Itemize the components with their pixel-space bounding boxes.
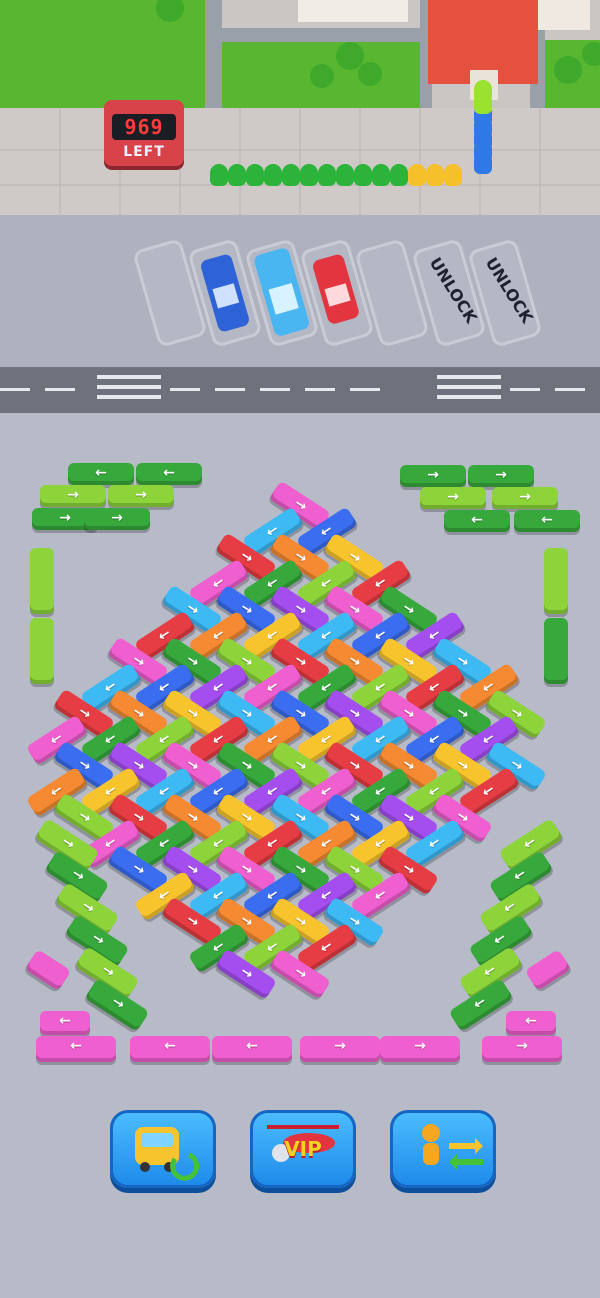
road-markings <box>0 375 585 399</box>
passenger <box>408 164 426 186</box>
bus-piece[interactable]: → <box>380 1036 460 1062</box>
shuffle-buses-button[interactable] <box>110 1110 216 1188</box>
bus-direction-arrow: → <box>427 467 439 483</box>
bus-piece[interactable] <box>30 548 54 614</box>
bus-piece[interactable]: ← <box>68 463 134 485</box>
remaining-label: LEFT <box>123 144 165 160</box>
bus-direction-arrow <box>544 548 568 614</box>
bus-piece[interactable]: ← <box>136 463 202 485</box>
bus-piece[interactable]: ← <box>444 510 510 532</box>
bus-direction-arrow: ← <box>471 512 483 528</box>
passenger <box>444 164 462 186</box>
bus-piece[interactable]: → <box>482 1036 562 1062</box>
bus-piece[interactable]: ← <box>130 1036 210 1062</box>
bus-direction-arrow <box>30 618 54 684</box>
bus-piece[interactable]: → <box>420 487 486 509</box>
bus-direction-arrow <box>525 949 572 991</box>
parking-lane: UNLOCK UNLOCK <box>0 215 600 367</box>
bus-direction-arrow: ← <box>246 1038 258 1054</box>
bus-piece[interactable]: → <box>492 487 558 509</box>
passenger <box>246 164 264 186</box>
bus-direction-arrow <box>25 949 72 991</box>
passenger <box>354 164 372 186</box>
bus-direction-arrow: → <box>135 487 147 503</box>
city-scene: 969 LEFT <box>0 0 600 215</box>
bus-direction-arrow: → <box>414 1038 426 1054</box>
bus-direction-arrow: → <box>447 489 459 505</box>
bus-piece[interactable]: ← <box>36 1036 116 1062</box>
passenger <box>282 164 300 186</box>
bus-direction-arrow: ← <box>163 465 175 481</box>
bus-direction-arrow: ← <box>541 512 553 528</box>
vip-helicopter-button[interactable]: VIP <box>250 1110 356 1188</box>
bus-direction-arrow: → <box>516 1038 528 1054</box>
bus-direction-arrow: ← <box>525 1013 537 1029</box>
bus-piece[interactable]: → <box>300 1036 380 1062</box>
passenger <box>228 164 246 186</box>
bus-piece[interactable] <box>30 618 54 684</box>
person-swap-icon <box>422 1124 483 1170</box>
bus-direction-arrow: → <box>111 510 123 526</box>
bus-piece[interactable]: ← <box>212 1036 292 1062</box>
bus-direction-arrow <box>544 618 568 684</box>
passenger <box>474 80 492 102</box>
bus-piece[interactable]: ← <box>514 510 580 532</box>
remaining-counter: 969 LEFT <box>104 100 184 166</box>
bus-piece[interactable]: → <box>468 465 534 487</box>
bus-piece[interactable]: → <box>40 485 106 507</box>
passenger <box>264 164 282 186</box>
bus-piece[interactable] <box>24 949 72 991</box>
bus-piece[interactable]: ← <box>40 1011 90 1035</box>
bus-direction-arrow: → <box>519 489 531 505</box>
bus-piece[interactable]: → <box>400 465 466 487</box>
bus-direction-arrow: ← <box>70 1038 82 1054</box>
bus-direction-arrow: → <box>67 487 79 503</box>
passenger <box>300 164 318 186</box>
passenger <box>336 164 354 186</box>
bus-piece[interactable]: ← <box>506 1011 556 1035</box>
passenger <box>318 164 336 186</box>
vip-label: VIP <box>284 1137 322 1161</box>
passenger <box>426 164 444 186</box>
passenger <box>390 164 408 186</box>
passenger <box>372 164 390 186</box>
bus-direction-arrow: → <box>334 1038 346 1054</box>
swap-passengers-button[interactable] <box>390 1110 496 1188</box>
bus-piece[interactable]: → <box>108 485 174 507</box>
passenger <box>210 164 228 186</box>
bus-direction-arrow: ← <box>59 1013 71 1029</box>
bus-direction-arrow <box>30 548 54 614</box>
yellow-bus-shuffle-icon <box>135 1127 200 1181</box>
remaining-count: 969 <box>112 114 176 140</box>
unlock-label-2: UNLOCK <box>481 253 537 327</box>
bus-piece[interactable] <box>544 548 568 614</box>
bus-direction-arrow: → <box>495 467 507 483</box>
bus-piece[interactable] <box>524 949 572 991</box>
road <box>0 367 600 413</box>
bus-piece[interactable]: → <box>84 508 150 530</box>
bus-piece[interactable] <box>544 618 568 684</box>
bus-direction-arrow: ← <box>95 465 107 481</box>
bus-direction-arrow: ← <box>164 1038 176 1054</box>
